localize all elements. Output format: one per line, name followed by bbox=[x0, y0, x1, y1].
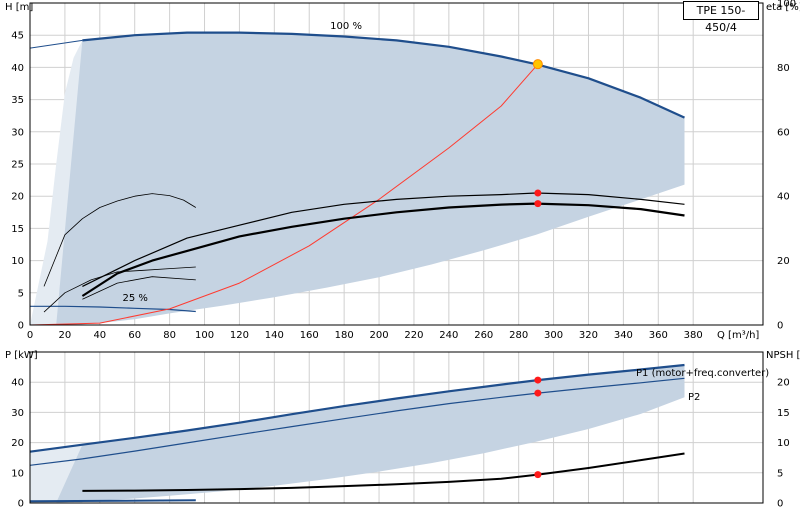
p1-series-label: P1 (motor+freq.converter) bbox=[636, 368, 769, 379]
x-tick-label: 320 bbox=[579, 330, 598, 341]
eta-point-1 bbox=[534, 189, 542, 197]
y2-tick-label: 80 bbox=[777, 63, 790, 74]
y2-tick-label: 20 bbox=[777, 256, 790, 267]
eta-axis-label: eta [%] bbox=[766, 2, 800, 13]
x-tick-label: 260 bbox=[474, 330, 493, 341]
x-tick-label: 380 bbox=[684, 330, 703, 341]
x-tick-label: 80 bbox=[163, 330, 176, 341]
p2-point bbox=[534, 389, 542, 397]
y-tick-label: 35 bbox=[11, 95, 24, 106]
x-tick-label: 60 bbox=[128, 330, 141, 341]
power-axis-label: P [kW] bbox=[5, 350, 38, 361]
y2-tick-label: 5 bbox=[777, 468, 783, 479]
x-tick-label: 120 bbox=[230, 330, 249, 341]
operating-range-area bbox=[56, 365, 685, 503]
operating-range-area bbox=[56, 32, 685, 325]
x-tick-label: 200 bbox=[370, 330, 389, 341]
eta-point-2 bbox=[534, 200, 542, 208]
x-tick-label: 340 bbox=[614, 330, 633, 341]
x-tick-label: 40 bbox=[93, 330, 106, 341]
npsh-point bbox=[534, 471, 542, 479]
x-tick-label: 360 bbox=[649, 330, 668, 341]
y-tick-label: 15 bbox=[11, 224, 24, 235]
power-npsh-panel: 0 10 20 30 40 0 5 10 15 20 P [kW] NPSH [m] P1 (mo… bbox=[5, 350, 800, 510]
y2-tick-label: 40 bbox=[777, 192, 790, 203]
y2-tick-label: 15 bbox=[777, 408, 790, 419]
head-boundary-curve bbox=[29, 39, 83, 49]
y-tick-label: 0 bbox=[18, 499, 24, 510]
y-tick-label: 30 bbox=[11, 127, 24, 138]
x-tick-label: 220 bbox=[404, 330, 423, 341]
x-tick-label: 100 bbox=[195, 330, 214, 341]
y-tick-label: 30 bbox=[11, 408, 24, 419]
y-tick-label: 0 bbox=[18, 321, 24, 332]
x-tick-label: 240 bbox=[439, 330, 458, 341]
y-tick-label: 40 bbox=[11, 63, 24, 74]
x-tick-label: 0 bbox=[27, 330, 33, 341]
power-curve-25 bbox=[29, 499, 196, 503]
p1-point bbox=[534, 376, 542, 384]
y-tick-label: 20 bbox=[11, 192, 24, 203]
y2-tick-label: 20 bbox=[777, 378, 790, 389]
y-tick-label: 40 bbox=[11, 378, 24, 389]
y-tick-label: 25 bbox=[11, 160, 24, 171]
y-tick-label: 5 bbox=[18, 288, 24, 299]
y-tick-label: 45 bbox=[11, 31, 24, 42]
y2-tick-label: 10 bbox=[777, 438, 790, 449]
y-tick-label: 10 bbox=[11, 468, 24, 479]
x-tick-label: 20 bbox=[59, 330, 72, 341]
y-tick-label: 20 bbox=[11, 438, 24, 449]
duty-point bbox=[532, 59, 543, 70]
x-tick-label: 180 bbox=[335, 330, 354, 341]
speed-label-100: 100 % bbox=[330, 21, 362, 32]
flow-axis-label: Q [m³/h] bbox=[717, 330, 759, 341]
p2-series-label: P2 bbox=[688, 392, 700, 403]
pump-performance-chart: 0510152025303540450204060801000 20 40 60 80 1… bbox=[5, 0, 800, 510]
x-tick-label: 140 bbox=[265, 330, 284, 341]
pump-model-label: TPE 150-450/4 bbox=[683, 1, 759, 34]
speed-label-25: 25 % bbox=[122, 293, 147, 304]
x-tick-label: 280 bbox=[509, 330, 528, 341]
y2-tick-label: 0 bbox=[777, 321, 783, 332]
npsh-axis-label: NPSH [m] bbox=[766, 350, 800, 361]
head-axis-label: H [m] bbox=[5, 2, 33, 13]
head-panel: 0 5 10 15 20 25 30 35 40 45 0 20 40 60 80 100 0 20 40 60 80 1… bbox=[5, 0, 800, 341]
x-tick-label: 300 bbox=[544, 330, 563, 341]
y2-tick-label: 0 bbox=[777, 499, 783, 510]
x-tick-label: 160 bbox=[300, 330, 319, 341]
y2-tick-label: 60 bbox=[777, 127, 790, 138]
y-tick-label: 10 bbox=[11, 256, 24, 267]
